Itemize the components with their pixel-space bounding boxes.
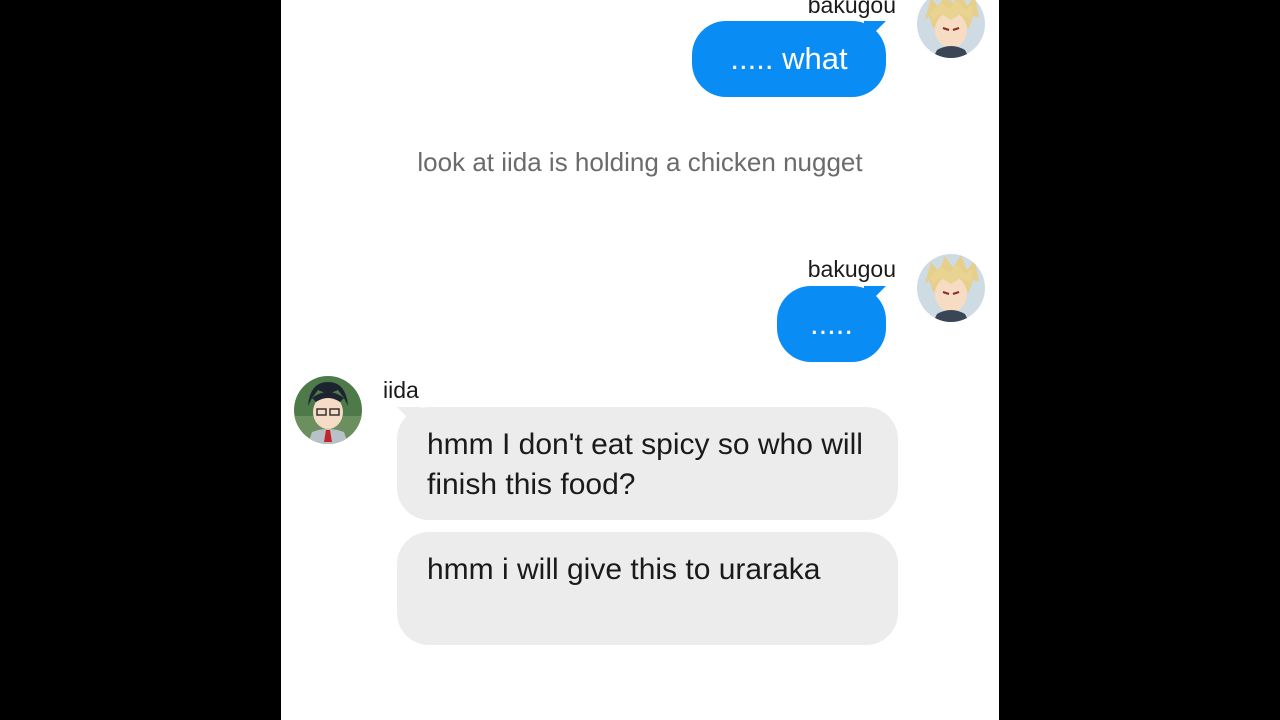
bakugou-avatar: [917, 254, 985, 322]
iida-avatar: [294, 376, 362, 444]
message-text: hmm i will give this to uraraka: [427, 553, 821, 586]
video-frame: bakugou ..... what look at iida is holdi…: [0, 0, 1280, 720]
message-bubble[interactable]: hmm I don't eat spicy so who will finish…: [397, 407, 898, 520]
message-text: hmm I don't eat spicy so who will finish…: [427, 428, 863, 501]
message-text: ..... what: [730, 41, 848, 76]
sender-name: bakugou: [807, 256, 896, 282]
message-bubble[interactable]: .....: [777, 286, 886, 362]
message-text: .....: [809, 306, 854, 341]
message-bubble[interactable]: ..... what: [692, 21, 886, 97]
narration-text: look at iida is holding a chicken nugget: [417, 147, 863, 177]
sender-name: iida: [383, 377, 419, 403]
sender-name: bakugou: [807, 0, 896, 18]
chat-screen: bakugou ..... what look at iida is holdi…: [281, 0, 999, 720]
bakugou-avatar: [917, 0, 985, 58]
message-bubble[interactable]: hmm i will give this to uraraka: [397, 532, 898, 645]
